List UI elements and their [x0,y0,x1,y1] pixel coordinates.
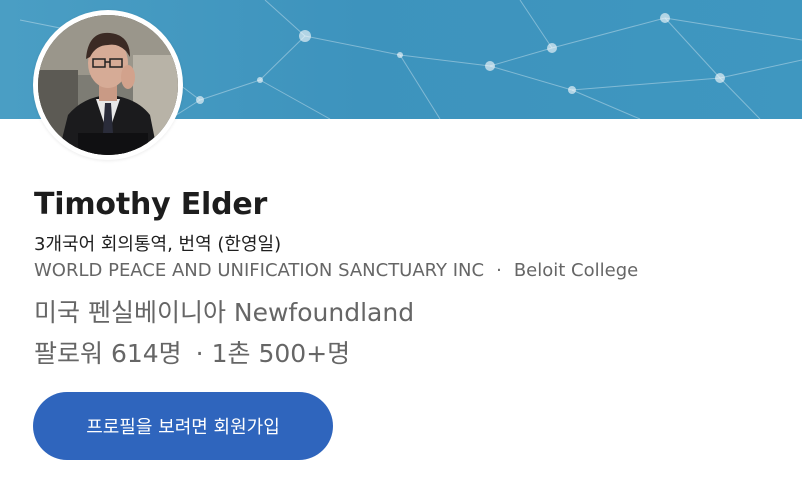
person-photo-icon [38,15,178,155]
separator-dot: · [195,339,204,368]
profile-headline: 3개국어 회의통역, 번역 (한영일) [34,234,282,255]
separator-dot: · [496,260,502,281]
followers-count: 팔로워 614명 [34,339,182,368]
avatar-photo [38,15,178,155]
avatar[interactable] [33,10,183,160]
company-name: WORLD PEACE AND UNIFICATION SANCTUARY IN… [34,260,485,281]
connections-count: 1촌 500+명 [211,339,351,368]
profile-stats: 팔로워 614명 · 1촌 500+명 [34,334,350,370]
profile-location: 미국 펜실베이니아 Newfoundland [34,298,415,327]
profile-name: Timothy Elder [34,187,268,222]
profile-affiliations: WORLD PEACE AND UNIFICATION SANCTUARY IN… [34,260,638,281]
join-to-view-profile-button[interactable]: 프로필을 보려면 회원가입 [33,392,333,460]
school-name: Beloit College [513,260,639,281]
